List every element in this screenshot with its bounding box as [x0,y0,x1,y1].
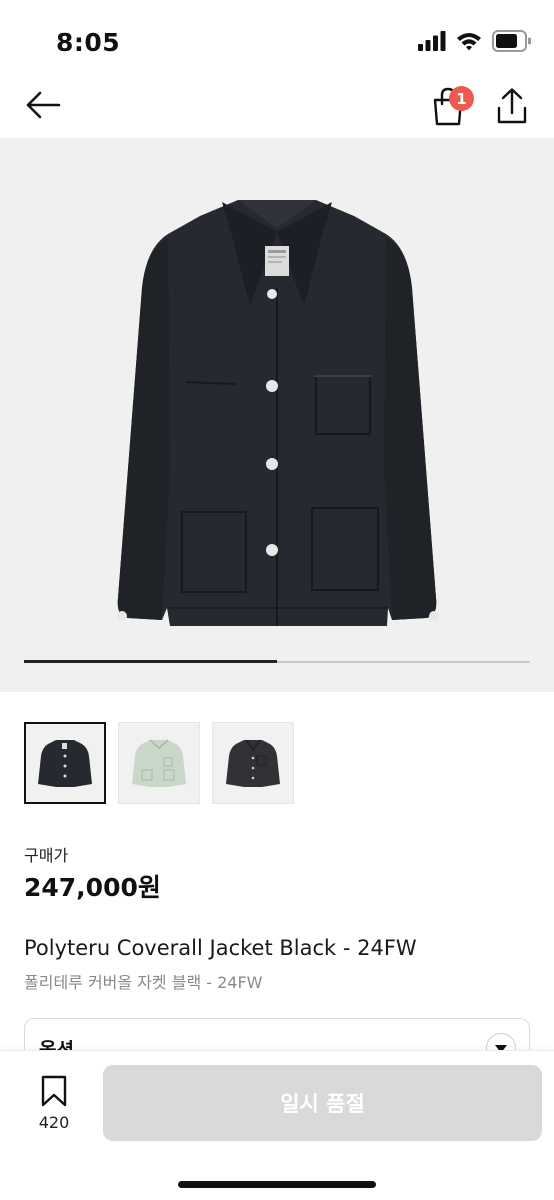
product-detail-screen: 8:05 1 구매가 247,000원 Polyteru Coverall Ja… [0,0,554,1200]
bottom-action-bar: 420 일시 품절 [0,1050,554,1200]
cart-count-badge: 1 [449,86,474,111]
image-progress-fill [24,660,277,663]
top-nav [0,80,554,138]
shopping-bag-icon [428,87,468,132]
status-icons [418,30,532,56]
price-label: 구매가 [24,846,69,865]
share-button[interactable] [494,86,530,126]
thumbnail-light-green[interactable] [118,722,200,804]
price-value: 247,000원 [24,873,161,902]
bookmark-count: 420 [38,1113,70,1132]
thumbnail-strip [24,722,294,804]
image-progress-bar [24,660,530,663]
product-title-english: Polyteru Coverall Jacket Black - 24FW [24,936,417,960]
wifi-icon [456,31,482,55]
home-indicator [178,1181,376,1188]
status-time: 8:05 [56,28,121,57]
bookmark-button[interactable]: 420 [30,1075,78,1132]
thumbnail-black[interactable] [24,722,106,804]
arrow-left-icon [25,90,61,124]
product-title-korean: 폴리테루 커버올 자켓 블랙 - 24FW [24,973,263,992]
status-bar: 8:05 [0,0,554,80]
battery-icon [492,30,532,56]
back-button[interactable] [22,86,64,128]
sold-out-button[interactable]: 일시 품절 [103,1065,542,1141]
charcoal-jacket-thumbnail-image [226,739,280,787]
share-upload-icon [494,88,530,130]
bookmark-icon [40,1075,68,1111]
thumbnail-charcoal[interactable] [212,722,294,804]
product-image-carousel[interactable] [0,138,554,692]
jacket-product-image [117,200,439,626]
black-jacket-thumbnail-image [38,740,92,787]
cellular-signal-icon [418,31,446,55]
light-green-jacket-thumbnail-image [132,739,186,787]
